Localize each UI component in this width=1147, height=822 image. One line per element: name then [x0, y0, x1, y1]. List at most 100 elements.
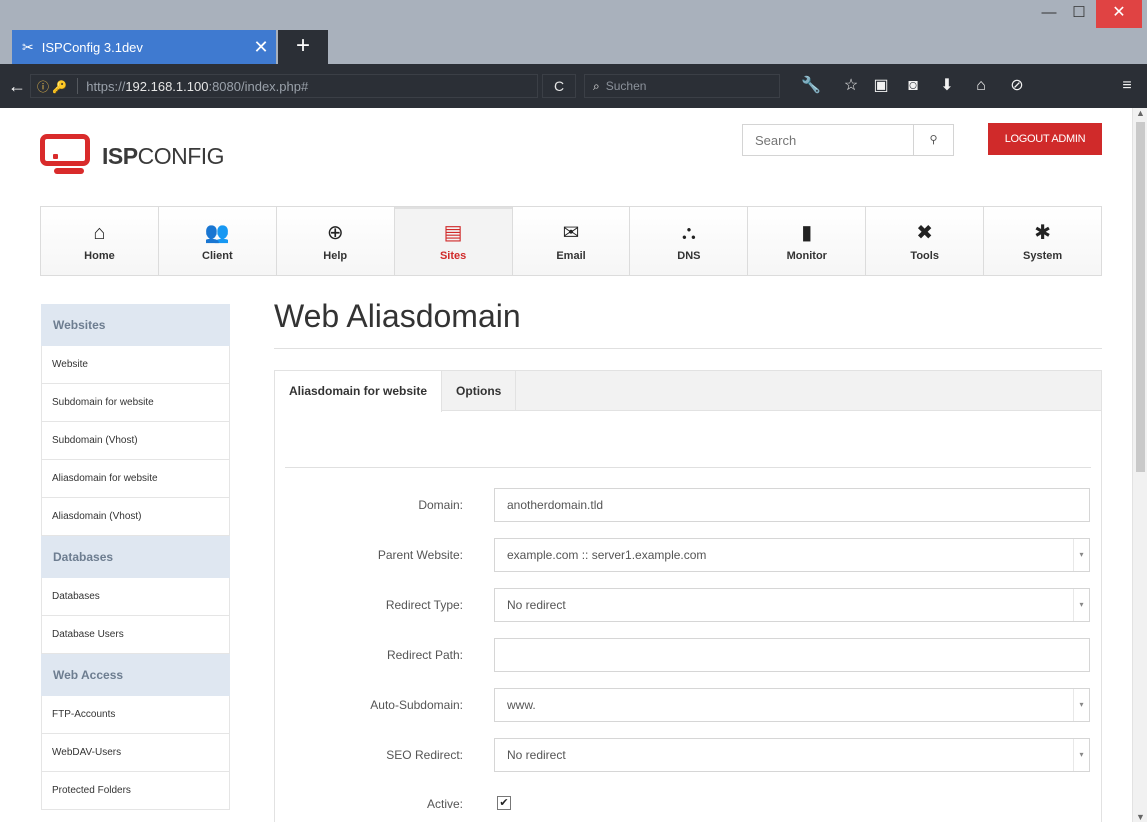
ispconfig-logo[interactable]: ISPCONFIG	[40, 134, 225, 178]
nav-tab-email[interactable]: ✉ Email	[512, 207, 631, 275]
sidebar-item-website[interactable]: Website	[41, 346, 230, 384]
parent-website-value: example.com :: server1.example.com	[507, 548, 707, 562]
active-row: Active: ✔	[275, 787, 1103, 821]
nav-tab-home[interactable]: ⌂ Home	[41, 207, 159, 275]
nav-tab-label: Tools	[910, 250, 939, 262]
scrollbar-thumb[interactable]	[1136, 122, 1145, 472]
sidebar-item-subdomain-vhost[interactable]: Subdomain (Vhost)	[41, 422, 230, 460]
sidebar-item-subdomain-for-website[interactable]: Subdomain for website	[41, 384, 230, 422]
redirect-type-value: No redirect	[507, 598, 566, 612]
new-tab-button[interactable]: +	[278, 30, 328, 64]
sidebar-item-webdav-users[interactable]: WebDAV-Users	[41, 734, 230, 772]
browser-tab[interactable]: ✂ ISPConfig 3.1dev ✕	[12, 30, 276, 64]
tab-aliasdomain-for-website[interactable]: Aliasdomain for website	[275, 371, 443, 412]
select-caret-icon: ▾	[1073, 539, 1089, 571]
tools-icon: ✖	[916, 222, 934, 244]
nav-tab-dns[interactable]: ⛬ DNS	[630, 207, 749, 275]
nav-tab-system[interactable]: ✱ System	[984, 207, 1102, 275]
sites-icon: ▤	[443, 222, 463, 244]
parent-website-select[interactable]: example.com :: server1.example.com ▾	[494, 538, 1090, 572]
domain-field[interactable]: anotherdomain.tld	[494, 488, 1090, 522]
logout-button[interactable]: LOGOUT ADMIN	[988, 123, 1102, 155]
window-maximize-button[interactable]: ☐	[1064, 0, 1094, 28]
active-checkbox[interactable]: ✔	[497, 796, 511, 810]
auto-subdomain-row: Auto-Subdomain: www. ▾	[275, 688, 1103, 722]
sidebar-section-web-access: Web Access	[41, 654, 230, 696]
search-button[interactable]: ⚲	[914, 124, 954, 156]
redirect-type-select[interactable]: No redirect ▾	[494, 588, 1090, 622]
home-button-icon[interactable]: ⌂	[966, 64, 996, 108]
email-icon: ✉	[562, 222, 580, 244]
seo-redirect-label: SEO Redirect:	[386, 748, 463, 762]
dns-icon: ⛬	[681, 222, 696, 244]
back-arrow-icon[interactable]: ←	[6, 64, 28, 108]
lifebuoy-icon: ⊕	[326, 222, 344, 244]
redirect-type-label: Redirect Type:	[385, 598, 463, 612]
browser-titlebar: ✂ ISPConfig 3.1dev ✕ + — ☐ ✕	[0, 0, 1147, 64]
domain-row: Domain: anotherdomain.tld	[275, 488, 1103, 522]
sidebar-item-database-users[interactable]: Database Users	[41, 616, 230, 654]
parent-website-row: Parent Website: example.com :: server1.e…	[275, 538, 1103, 572]
sidebar-item-databases[interactable]: Databases	[41, 578, 230, 616]
redirect-path-row: Redirect Path:	[275, 638, 1103, 672]
sync-icon[interactable]: ⊘	[1002, 64, 1032, 108]
browser-toolbar: ← ⓘ 🔑 https:// 192.168.1.100 :8080/index…	[0, 64, 1147, 108]
monitor-icon: ▮	[801, 222, 813, 244]
sidebar-item-ftp-accounts[interactable]: FTP-Accounts	[41, 696, 230, 734]
active-label: Active:	[426, 797, 463, 811]
magnifier-icon: ⌕	[593, 79, 600, 93]
sidebar-item-aliasdomain-for-website[interactable]: Aliasdomain for website	[41, 460, 230, 498]
sidebar-item-protected-folders[interactable]: Protected Folders	[41, 772, 230, 810]
nav-tab-label: Client	[202, 250, 233, 262]
redirect-path-label: Redirect Path:	[386, 648, 463, 662]
monitor-logo-icon	[40, 134, 98, 178]
reading-list-icon[interactable]: ▣	[866, 64, 896, 108]
domain-label: Domain:	[418, 498, 463, 512]
wrench-icon[interactable]: 🔧	[796, 64, 826, 108]
seo-redirect-select[interactable]: No redirect ▾	[494, 738, 1090, 772]
nav-tab-help[interactable]: ⊕ Help	[276, 207, 395, 275]
select-caret-icon: ▾	[1073, 589, 1089, 621]
menu-hamburger-icon[interactable]: ≡	[1112, 64, 1142, 108]
auto-subdomain-label: Auto-Subdomain:	[370, 698, 463, 712]
tab-options[interactable]: Options	[442, 371, 517, 410]
nav-tab-label: System	[1023, 250, 1063, 262]
url-bar[interactable]: ⓘ 🔑 https:// 192.168.1.100 :8080/index.p…	[30, 74, 538, 98]
nav-tab-tools[interactable]: ✖ Tools	[866, 207, 985, 275]
home-icon: ⌂	[93, 222, 106, 244]
window-minimize-button[interactable]: —	[1034, 0, 1064, 28]
pocket-icon[interactable]: ◙	[898, 64, 928, 108]
users-icon: 👥	[204, 222, 230, 244]
nav-tab-sites[interactable]: ▤ Sites	[394, 207, 513, 275]
scroll-up-arrow-icon[interactable]: ▲	[1133, 108, 1147, 118]
page-scrollbar[interactable]: ▲ ▼	[1132, 108, 1147, 822]
search-input[interactable]	[742, 124, 914, 156]
form-divider	[285, 467, 1091, 468]
select-caret-icon: ▾	[1073, 689, 1089, 721]
logo-text: ISPCONFIG	[102, 142, 225, 169]
ispconfig-favicon-icon: ✂	[22, 38, 34, 55]
nav-tab-monitor[interactable]: ▮ Monitor	[748, 207, 867, 275]
seo-redirect-value: No redirect	[507, 748, 566, 762]
title-divider	[274, 348, 1102, 349]
select-caret-icon: ▾	[1073, 739, 1089, 771]
browser-search-box[interactable]: ⌕ Suchen	[584, 74, 780, 98]
window-close-button[interactable]: ✕	[1096, 0, 1142, 28]
nav-tab-label: Home	[84, 250, 115, 262]
tab-close-icon[interactable]: ✕	[246, 37, 276, 58]
nav-tab-client[interactable]: 👥 Client	[158, 207, 277, 275]
form-panel: Aliasdomain for website Options Domain: …	[274, 370, 1102, 822]
tab-title: ISPConfig 3.1dev	[41, 39, 143, 55]
redirect-path-field[interactable]	[494, 638, 1090, 672]
seo-redirect-row: SEO Redirect: No redirect ▾	[275, 738, 1103, 772]
scroll-down-arrow-icon[interactable]: ▼	[1133, 812, 1147, 822]
site-info-icon[interactable]: ⓘ 🔑	[37, 78, 67, 95]
browser-search-placeholder: Suchen	[605, 79, 647, 93]
search-icon: ⚲	[929, 134, 938, 146]
sidebar-item-aliasdomain-vhost[interactable]: Aliasdomain (Vhost)	[41, 498, 230, 536]
url-separator	[77, 78, 79, 94]
download-arrow-icon[interactable]: ⬇	[932, 64, 962, 108]
auto-subdomain-select[interactable]: www. ▾	[494, 688, 1090, 722]
bookmark-star-icon[interactable]: ☆	[836, 64, 866, 108]
reload-icon[interactable]: C	[542, 74, 576, 98]
